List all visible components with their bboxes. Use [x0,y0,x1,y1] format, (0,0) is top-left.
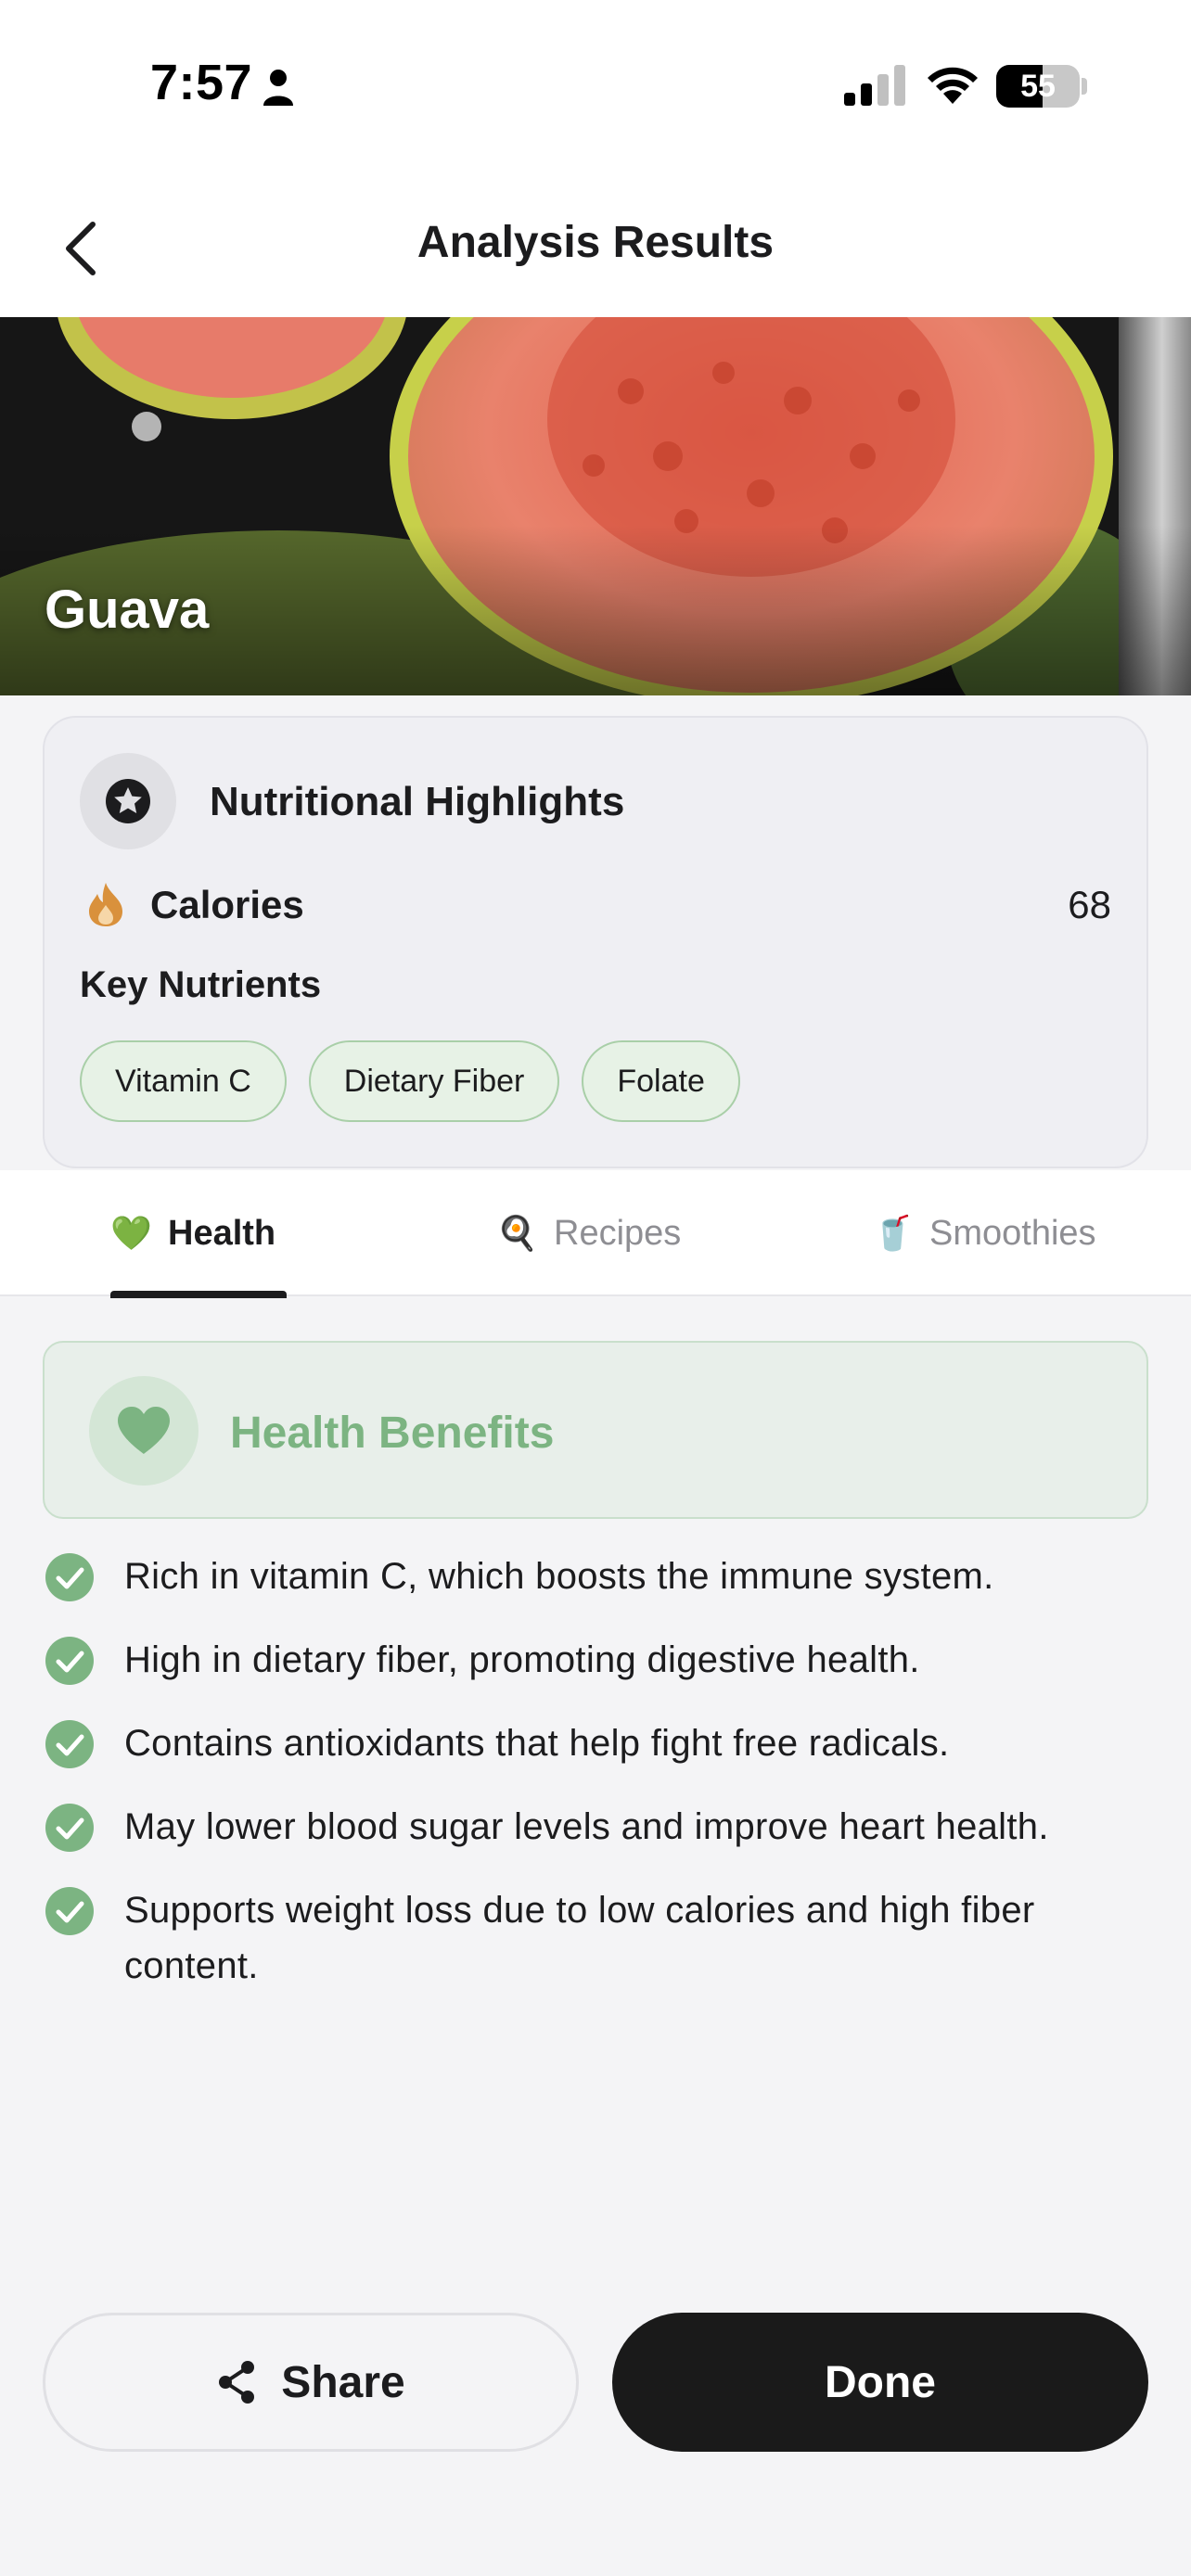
benefit-text: May lower blood sugar levels and improve… [124,1806,1049,1847]
nutrient-chip: Folate [582,1040,740,1122]
flame-icon [89,883,122,926]
list-item: Rich in vitamin C, which boosts the immu… [45,1549,1158,1604]
list-item: Contains antioxidants that help fight fr… [45,1715,1158,1771]
star-icon [106,779,150,823]
food-name: Guava [45,580,210,640]
done-label: Done [825,2357,936,2407]
check-circle-icon [45,1887,94,1935]
calories-label: Calories [150,883,304,926]
share-label: Share [281,2357,405,2407]
green-heart-icon: 💚 [110,1214,152,1252]
food-photo: Guava [0,317,1191,695]
battery-level: 55 [1020,69,1056,104]
page-title: Analysis Results [416,218,775,267]
status-time: 7:57 [150,55,253,110]
person-icon [263,70,293,106]
share-button[interactable]: Share [43,2313,579,2452]
tab-health[interactable]: 💚 Health [110,1170,275,1296]
list-item: May lower blood sugar levels and improve… [45,1799,1158,1855]
calories-value: 68 [1068,883,1111,926]
nutrition-card: Nutritional Highlights Calories 68 Key N… [43,716,1148,1168]
benefit-text: Supports weight loss due to low calories… [124,1890,1035,1986]
frying-pan-icon: 🍳 [496,1214,538,1252]
list-item: High in dietary fiber, promoting digesti… [45,1632,1158,1688]
check-circle-icon [45,1637,94,1685]
heart-icon [118,1407,170,1454]
check-circle-icon [45,1553,94,1601]
status-bar: 7:57 55 [0,0,1191,176]
nutrient-chips: Vitamin C Dietary Fiber Folate [80,1040,740,1122]
share-icon [219,2361,255,2404]
heart-badge [89,1376,198,1486]
nutrient-chip: Dietary Fiber [308,1040,560,1122]
section-title: Health Benefits [230,1409,555,1458]
tab-label: Recipes [554,1213,682,1253]
benefit-text: High in dietary fiber, promoting digesti… [124,1639,920,1680]
health-benefits-header: Health Benefits [43,1341,1148,1519]
tab-smoothies[interactable]: 🥤 Smoothies [872,1170,1096,1296]
card-title: Nutritional Highlights [210,779,625,824]
navigation-bar: Analysis Results [0,176,1191,317]
list-item: Supports weight loss due to low calories… [45,1882,1158,1994]
tab-bar: 💚 Health 🍳 Recipes 🥤 Smoothies [0,1170,1191,1298]
key-nutrients-label: Key Nutrients [80,964,322,1005]
benefits-list: Rich in vitamin C, which boosts the immu… [45,1549,1158,2021]
star-badge [80,753,176,849]
done-button[interactable]: Done [612,2313,1148,2452]
check-circle-icon [45,1720,94,1768]
tab-label: Smoothies [929,1213,1096,1253]
cellular-signal-icon [844,65,905,106]
smoothie-cup-icon: 🥤 [872,1214,914,1252]
tab-recipes[interactable]: 🍳 Recipes [496,1170,681,1296]
battery-cap [1082,78,1087,95]
benefit-text: Rich in vitamin C, which boosts the immu… [124,1556,994,1597]
battery-indicator: 55 [996,65,1080,108]
wifi-icon [928,67,978,104]
benefit-text: Contains antioxidants that help fight fr… [124,1723,950,1764]
tab-label: Health [168,1213,276,1253]
nutrient-chip: Vitamin C [80,1040,287,1122]
active-tab-indicator [110,1291,287,1298]
check-circle-icon [45,1804,94,1852]
